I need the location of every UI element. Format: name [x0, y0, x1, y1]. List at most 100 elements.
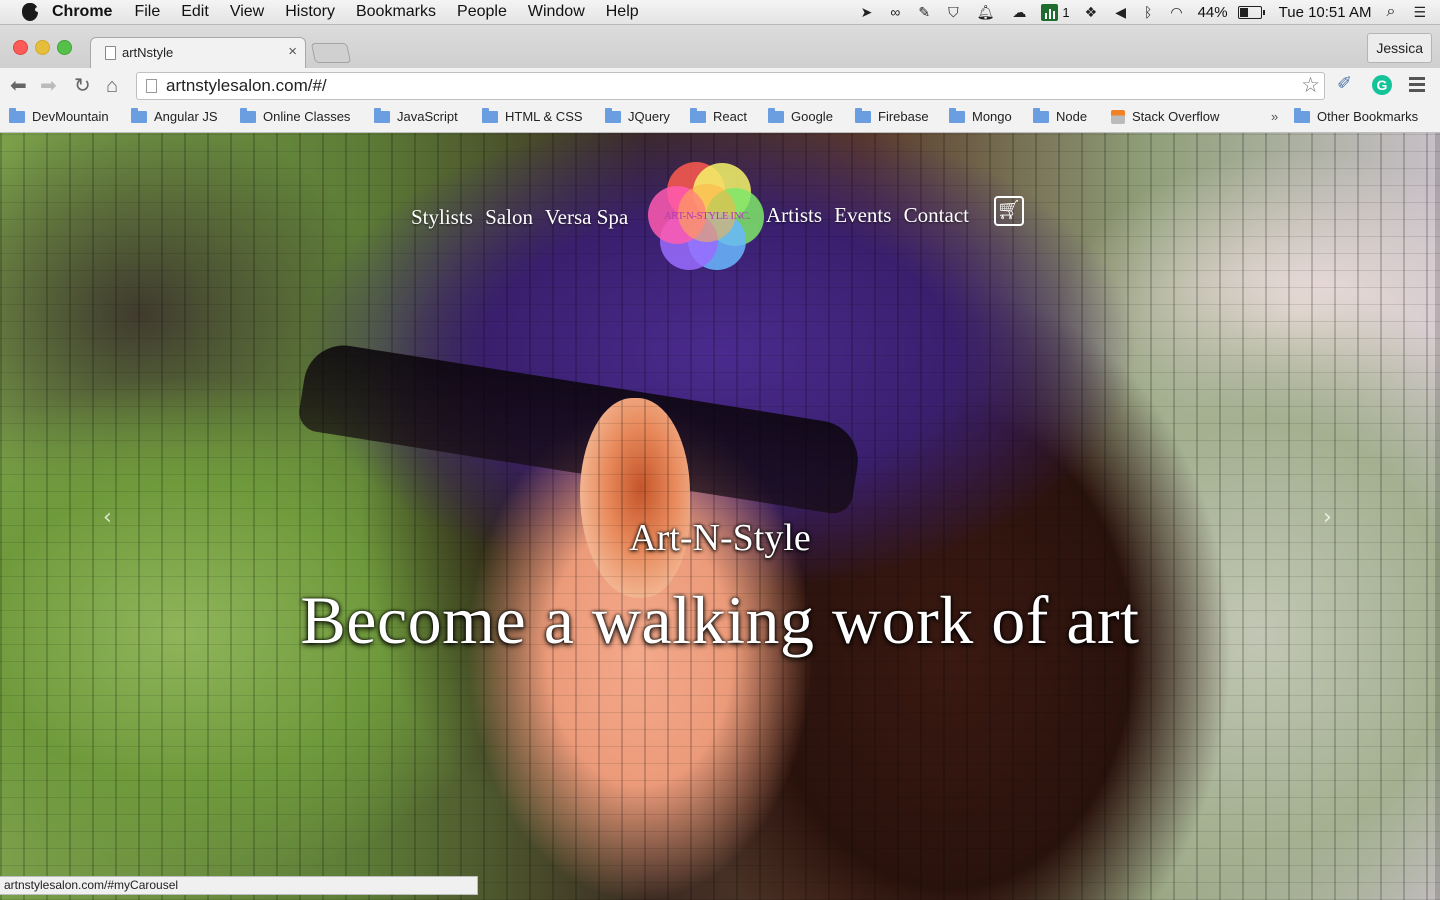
- bookmark-online-classes[interactable]: Online Classes: [240, 107, 351, 124]
- bookmark-label: DevMountain: [32, 109, 109, 124]
- home-icon[interactable]: ⌂: [106, 74, 118, 98]
- stack-overflow-icon: [1111, 109, 1125, 124]
- bookmark-html-css[interactable]: HTML & CSS: [482, 107, 583, 124]
- bookmark-label: Other Bookmarks: [1317, 109, 1419, 124]
- eyedropper-icon[interactable]: ✐: [1337, 73, 1352, 94]
- tab-close-icon[interactable]: ×: [288, 43, 297, 60]
- notification-center-icon[interactable]: ☰: [1413, 4, 1426, 21]
- carousel-title: Become a walking work of art: [300, 582, 1140, 658]
- bookmark-google[interactable]: Google: [768, 107, 833, 124]
- folder-icon: [1033, 107, 1049, 123]
- activity-monitor-icon[interactable]: 1: [1041, 3, 1070, 21]
- folder-icon: [131, 107, 147, 123]
- back-arrow-icon[interactable]: ⬅: [10, 74, 27, 98]
- forward-arrow-icon[interactable]: ➡: [40, 74, 57, 98]
- address-url[interactable]: artnstylesalon.com/#/: [166, 76, 327, 96]
- menu-view[interactable]: View: [230, 3, 264, 21]
- hero-carousel: Stylists Salon Versa Spa ART-N-STYLE INC…: [0, 133, 1440, 900]
- page-scrollbar[interactable]: [1435, 133, 1440, 900]
- location-arrow-icon[interactable]: ➤: [861, 4, 873, 21]
- volume-icon[interactable]: ◀: [1115, 4, 1126, 21]
- nav-events[interactable]: Events: [834, 203, 891, 227]
- shield-icon[interactable]: ⛉: [948, 4, 959, 21]
- carousel-subtitle: Art-N-Style: [629, 517, 811, 559]
- window-maximize-button[interactable]: [57, 40, 72, 55]
- clock[interactable]: Tue 10:51 AM: [1279, 4, 1372, 21]
- menu-app-chrome[interactable]: Chrome: [52, 3, 112, 21]
- hamburger-menu-icon[interactable]: [1409, 77, 1425, 95]
- folder-icon: [482, 107, 498, 123]
- battery-icon[interactable]: [1237, 5, 1265, 19]
- folder-icon: [690, 107, 706, 123]
- menu-edit[interactable]: Edit: [181, 3, 209, 21]
- mac-menu-bar: Chrome File Edit View History Bookmarks …: [0, 0, 1440, 25]
- page-favicon-icon: [105, 46, 116, 60]
- nav-stylists[interactable]: Stylists: [411, 205, 473, 229]
- bookmark-label: Online Classes: [263, 109, 351, 124]
- menu-history[interactable]: History: [285, 3, 335, 21]
- apple-logo-icon[interactable]: [22, 3, 41, 21]
- menu-file[interactable]: File: [134, 3, 160, 21]
- reload-icon[interactable]: ↻: [74, 74, 91, 98]
- nav-contact[interactable]: Contact: [904, 203, 969, 227]
- bookmark-angular-js[interactable]: Angular JS: [131, 107, 218, 124]
- folder-icon: [855, 107, 871, 123]
- grammarly-icon[interactable]: G: [1372, 75, 1392, 95]
- menu-people[interactable]: People: [457, 3, 507, 21]
- evernote-icon[interactable]: ✎: [918, 4, 930, 21]
- bookmark-other-bookmarks[interactable]: Other Bookmarks: [1294, 107, 1419, 124]
- bookmark-node[interactable]: Node: [1033, 107, 1088, 124]
- bookmark-label: Stack Overflow: [1132, 109, 1220, 124]
- shopping-cart-icon[interactable]: 🛒︎: [994, 196, 1024, 226]
- wifi-icon[interactable]: ◠: [1170, 4, 1182, 21]
- bookmark-label: Node: [1056, 109, 1088, 124]
- browser-tab-strip: artNstyle × Jessica: [0, 25, 1440, 69]
- bookmark-label: Google: [791, 109, 833, 124]
- bookmark-stack-overflow[interactable]: Stack Overflow: [1111, 109, 1219, 124]
- folder-icon: [240, 107, 256, 123]
- status-menus: ➤ ∞ ✎ ⛉ 🔔︎ ☁ 1 ❖ ◀ ᛒ ◠ 44% Tue 10:51 AM …: [852, 0, 1440, 24]
- profile-button[interactable]: Jessica: [1367, 33, 1432, 63]
- logo-text: ART-N-STYLE INC.: [663, 210, 751, 222]
- nav-artists[interactable]: Artists: [766, 203, 822, 227]
- tab-artnstyle[interactable]: artNstyle ×: [90, 37, 306, 69]
- browser-toolbar: ⬅ ➡ ↻ ⌂ artnstylesalon.com/#/ ☆ ✐ G: [0, 68, 1440, 104]
- folder-icon: [9, 107, 25, 123]
- folder-icon: [768, 107, 784, 123]
- bookmarks-overflow-chevron[interactable]: »: [1271, 109, 1278, 124]
- new-tab-button[interactable]: [310, 43, 352, 63]
- creative-cloud-icon[interactable]: ☁: [1012, 4, 1026, 21]
- bookmark-label: Mongo: [972, 109, 1012, 124]
- star-icon[interactable]: ☆: [1301, 73, 1320, 98]
- bookmark-jquery[interactable]: JQuery: [605, 107, 670, 124]
- window-minimize-button[interactable]: [35, 40, 50, 55]
- menu-help[interactable]: Help: [606, 3, 639, 21]
- page-info-icon[interactable]: [146, 79, 157, 93]
- menu-bookmarks[interactable]: Bookmarks: [356, 3, 436, 21]
- bookmark-javascript[interactable]: JavaScript: [374, 107, 458, 124]
- site-nav-right: Artists Events Contact: [766, 203, 976, 228]
- nav-salon[interactable]: Salon: [485, 205, 533, 229]
- address-bar[interactable]: artnstylesalon.com/#/ ☆: [136, 72, 1325, 100]
- tab-title: artNstyle: [122, 45, 174, 60]
- dropbox-icon[interactable]: ❖: [1085, 4, 1098, 21]
- window-close-button[interactable]: [13, 40, 28, 55]
- notification-bell-icon[interactable]: 🔔︎: [977, 4, 995, 21]
- bookmark-label: JQuery: [628, 109, 670, 124]
- bookmark-firebase[interactable]: Firebase: [855, 107, 929, 124]
- menu-window[interactable]: Window: [528, 3, 585, 21]
- bookmark-mongo[interactable]: Mongo: [949, 107, 1012, 124]
- bookmarks-bar: DevMountain Angular JS Online Classes Ja…: [0, 104, 1440, 133]
- battery-percent[interactable]: 44%: [1198, 4, 1228, 21]
- bookmark-label: React: [713, 109, 747, 124]
- activity-badge-count: 1: [1062, 4, 1070, 20]
- site-logo[interactable]: ART-N-STYLE INC.: [648, 160, 764, 272]
- bluetooth-icon[interactable]: ᛒ: [1144, 4, 1152, 20]
- infinity-icon[interactable]: ∞: [890, 4, 900, 20]
- bookmark-devmountain[interactable]: DevMountain: [9, 107, 109, 124]
- folder-icon: [949, 107, 965, 123]
- nav-versa-spa[interactable]: Versa Spa: [545, 205, 628, 229]
- spotlight-search-icon[interactable]: ⌕: [1386, 3, 1395, 21]
- folder-icon: [605, 107, 621, 123]
- bookmark-react[interactable]: React: [690, 107, 747, 124]
